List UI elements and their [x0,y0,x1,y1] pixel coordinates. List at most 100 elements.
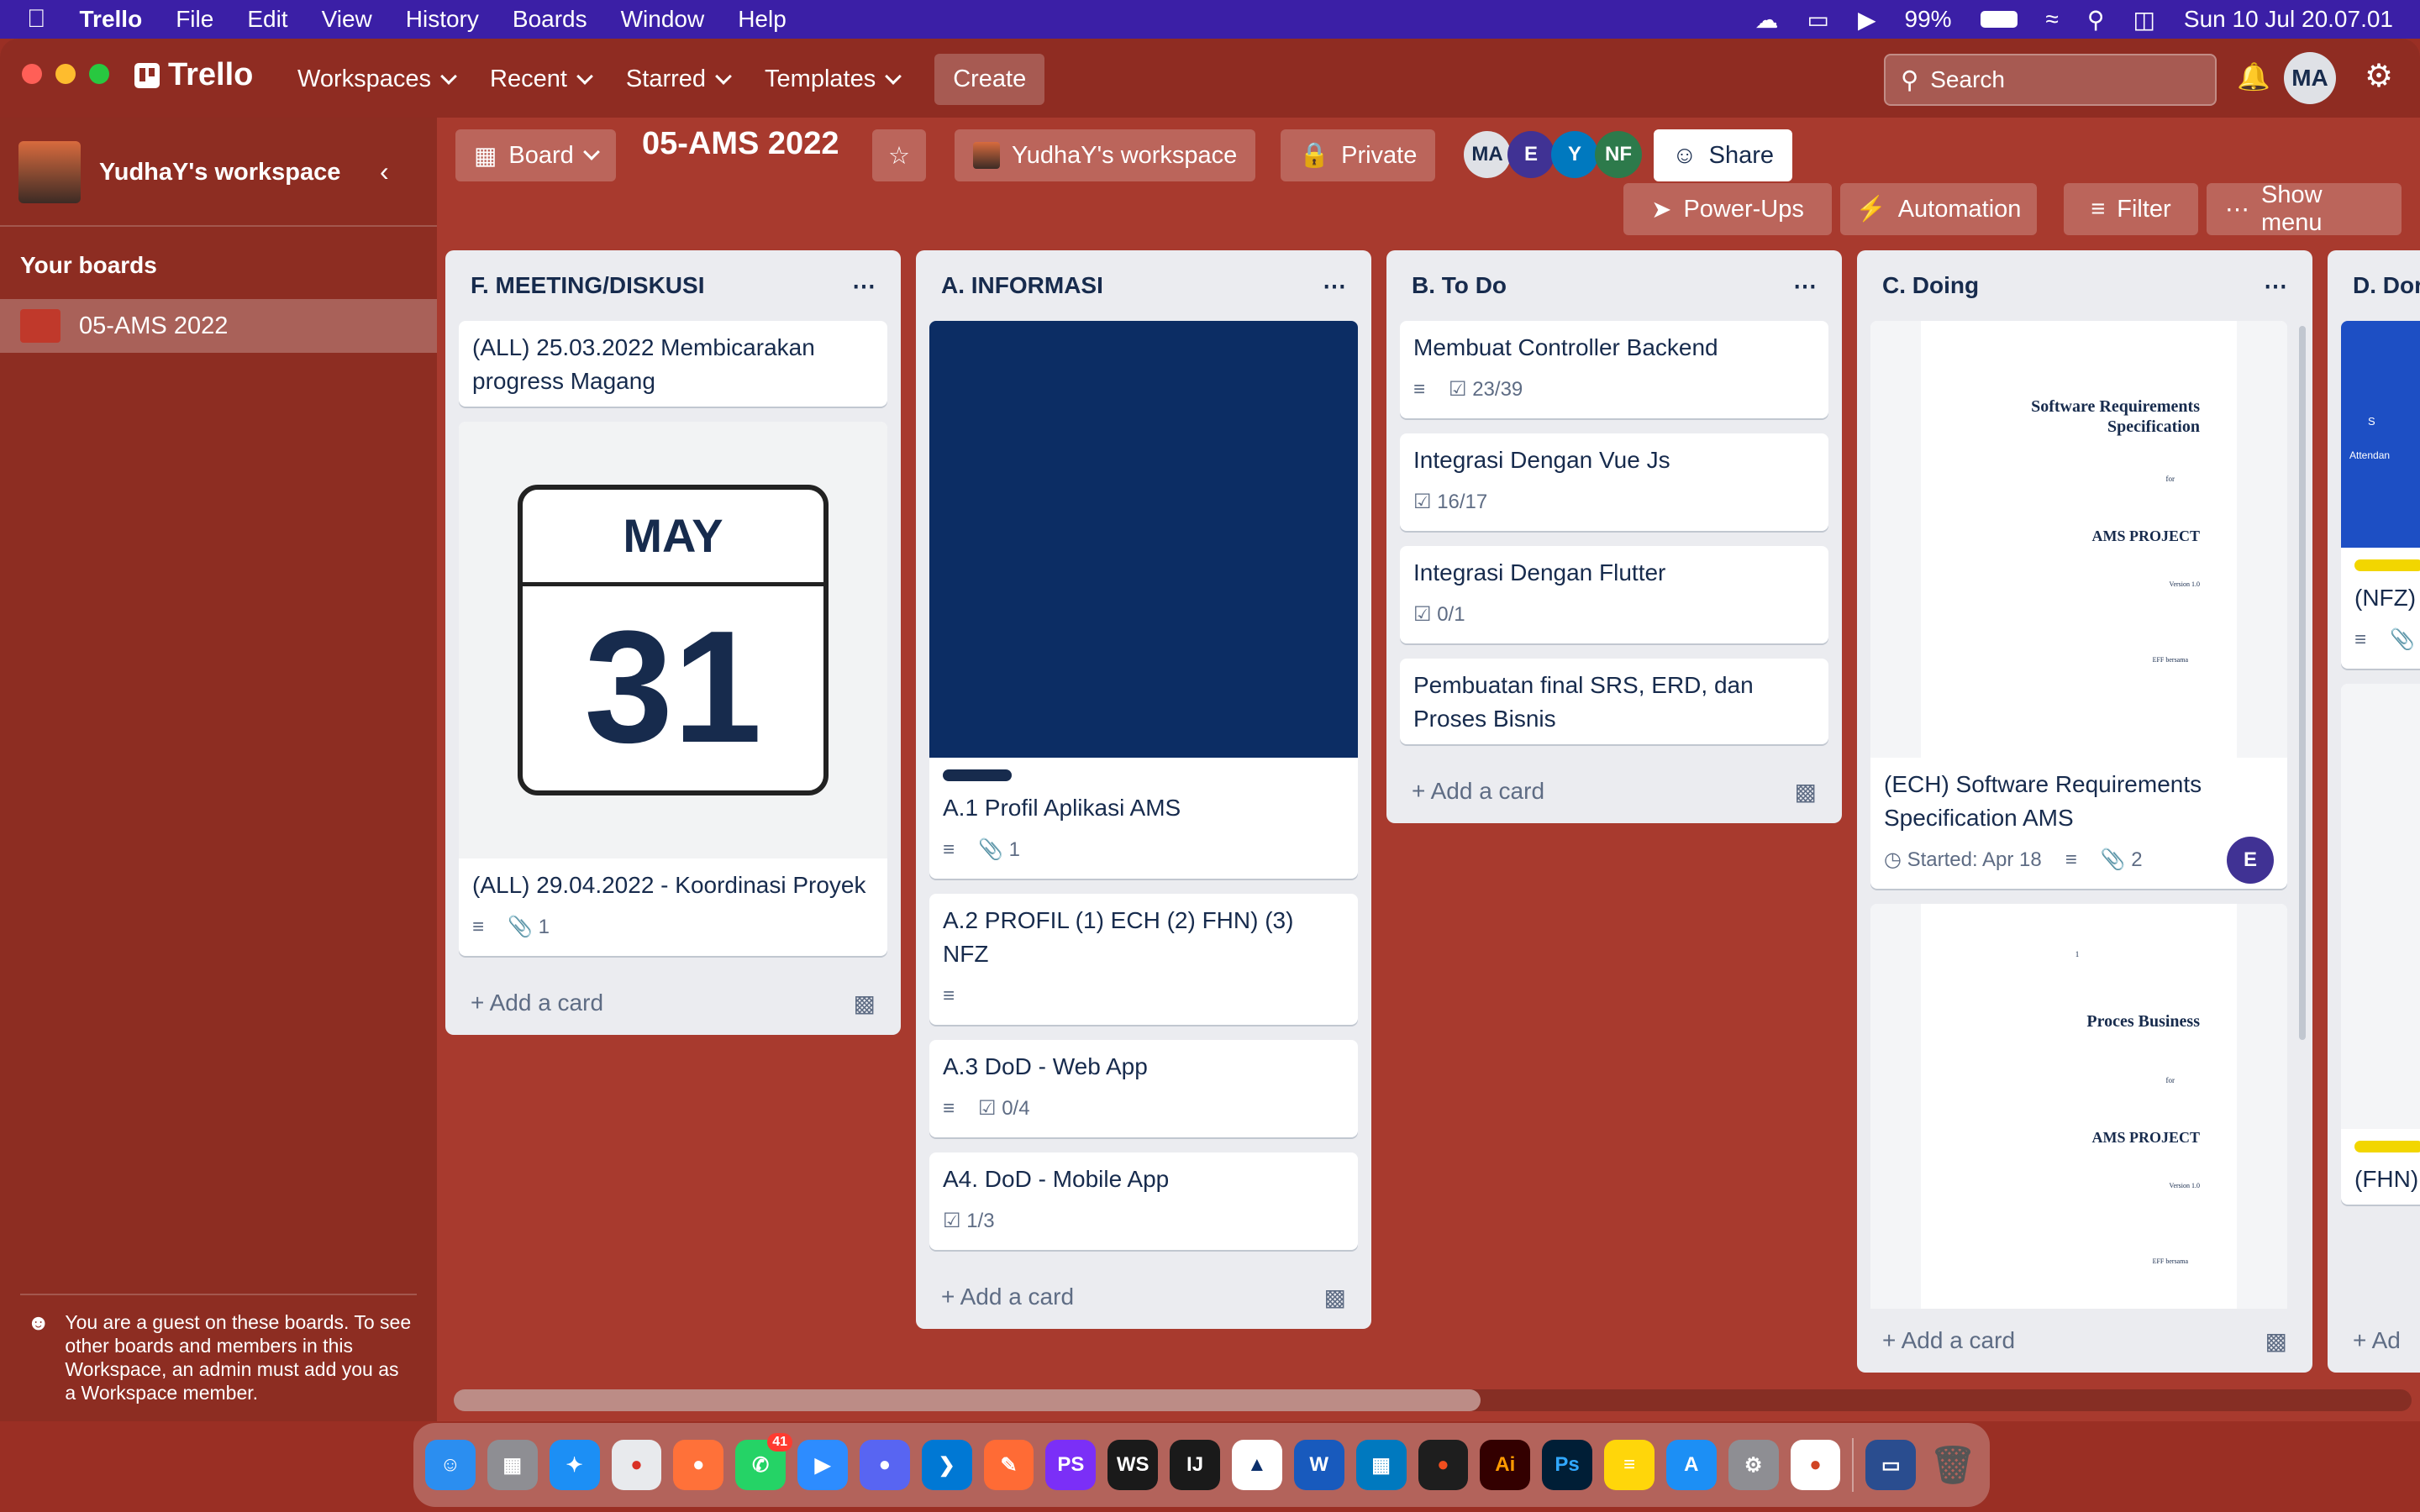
list-cards-scroll[interactable]: Software Requirements Specification for … [1870,321,2287,1309]
list-menu-icon[interactable]: ⋯ [1793,272,1817,300]
starred-menu[interactable]: Starred [626,66,732,93]
display-icon[interactable]: ▭ [1807,6,1828,34]
spotlight-icon[interactable]: ⚲ [2087,6,2105,34]
list-title[interactable]: D. Dor [2353,272,2420,299]
card[interactable]: Pembuatan final SRS, ERD, dan Proses Bis… [1400,659,1828,744]
pen-tool-icon[interactable]: ✎ [983,1440,1034,1490]
play-icon[interactable]: ▶ [1858,6,1876,34]
search-input[interactable]: ⚲ Search [1884,54,2217,106]
card-label[interactable] [2354,1141,2420,1152]
notifications-bell-icon[interactable]: 🔔 [2237,60,2270,92]
add-card-button[interactable]: + Ad [2353,1327,2401,1354]
menu-boards[interactable]: Boards [513,6,587,33]
safari-icon[interactable]: ✦ [549,1440,600,1490]
list-title[interactable]: A. INFORMASI [941,272,1103,299]
recent-window-icon[interactable]: ▭ [1865,1440,1917,1490]
vscode-icon[interactable]: ❯ [921,1440,972,1490]
member-avatar[interactable]: Y [1551,131,1598,178]
trello-logo[interactable]: Trello [134,57,253,93]
collapse-sidebar-icon[interactable]: ‹ [380,156,389,187]
member-avatar[interactable]: MA [1464,131,1511,178]
settings-gear-icon[interactable]: ⚙ [2365,57,2393,95]
list-menu-icon[interactable]: ⋯ [1323,272,1346,300]
trash-icon[interactable]: 🗑 [1928,1440,1978,1490]
recent-menu[interactable]: Recent [490,66,593,93]
card[interactable]: A.1 Profil Aplikasi AMS ≡ 📎 1 [929,321,1358,879]
card-label[interactable] [2354,559,2420,571]
card[interactable]: A4. DoD - Mobile App ☑ 1/3 [929,1152,1358,1250]
card[interactable]: MAY 31 (ALL) 29.04.2022 - Koordinasi Pro… [459,422,887,956]
list-title[interactable]: B. To Do [1412,272,1507,299]
add-card-button[interactable]: + Add a card [941,1284,1074,1310]
card[interactable]: S Attendan (NFZ) Dashb ≡ 📎 [2341,321,2420,669]
figma-icon[interactable]: ● [1418,1440,1469,1490]
board-horizontal-scrollbar[interactable] [454,1389,2412,1411]
phpstorm-icon[interactable]: PS [1045,1440,1097,1490]
list-title[interactable]: F. MEETING/DISKUSI [471,272,704,299]
menu-view[interactable]: View [322,6,372,33]
board-view-switcher[interactable]: ▦ Board [455,129,616,181]
menu-edit[interactable]: Edit [247,6,287,33]
minimize-window-button[interactable] [55,64,76,84]
menu-history[interactable]: History [406,6,479,33]
app-store-icon[interactable]: A [1665,1440,1717,1490]
workspace-button[interactable]: YudhaY's workspace [955,129,1256,181]
create-button[interactable]: Create [934,54,1045,105]
notes-app-icon[interactable]: ▲ [1231,1440,1282,1490]
illustrator-icon[interactable]: Ai [1480,1440,1531,1490]
automation-button[interactable]: ⚡ Automation [1840,183,2037,235]
scrollbar-thumb[interactable] [454,1389,1481,1411]
share-button[interactable]: ☺ Share [1654,129,1792,181]
card-label[interactable] [943,769,1012,781]
user-avatar[interactable]: MA [2284,52,2336,104]
template-icon[interactable]: ▩ [1324,1284,1346,1311]
add-card-button[interactable]: + Add a card [1412,778,1544,805]
card[interactable]: (ALL) 25.03.2022 Membicarakan progress M… [459,321,887,407]
add-card-button[interactable]: + Add a card [471,990,603,1016]
clock[interactable]: Sun 10 Jul 20.07.01 [2184,6,2393,33]
show-menu-button[interactable]: ⋯ Show menu [2207,181,2402,236]
card[interactable]: (FHN) Dashb [2341,684,2420,1205]
add-card-button[interactable]: + Add a card [1882,1327,2015,1354]
card-member-avatar[interactable]: E [2227,837,2274,884]
firefox-icon[interactable]: ● [673,1440,724,1490]
workspace-header[interactable]: YudhaY's workspace [18,141,340,203]
close-window-button[interactable] [22,64,42,84]
photoshop-icon[interactable]: Ps [1542,1440,1593,1490]
list-menu-icon[interactable]: ⋯ [852,272,876,300]
list-menu-icon[interactable]: ⋯ [2264,272,2287,300]
system-preferences-icon[interactable]: ⚙ [1728,1440,1779,1490]
visibility-button[interactable]: 🔒 Private [1281,129,1436,181]
menu-file[interactable]: File [176,6,213,33]
star-board-button[interactable]: ☆ [872,129,926,181]
chrome-icon[interactable]: ● [611,1440,662,1490]
power-ups-button[interactable]: ➤ Power-Ups [1623,183,1832,235]
zoom-window-button[interactable] [89,64,109,84]
template-icon[interactable]: ▩ [854,990,876,1017]
intellij-icon[interactable]: IJ [1170,1440,1220,1490]
menu-app-name[interactable]: Trello [80,6,143,33]
workspaces-menu[interactable]: Workspaces [297,66,457,93]
card[interactable]: Software Requirements Specification for … [1870,321,2287,889]
card[interactable]: Integrasi Dengan Vue Js ☑ 16/17 [1400,433,1828,531]
card[interactable]: Integrasi Dengan Flutter ☑ 0/1 [1400,546,1828,643]
board-title[interactable]: 05-AMS 2022 [642,126,839,162]
launchpad-icon[interactable]: ▦ [487,1440,538,1490]
menu-window[interactable]: Window [621,6,705,33]
templates-menu[interactable]: Templates [765,66,902,93]
menu-help[interactable]: Help [738,6,786,33]
sidebar-board-item[interactable]: 05-AMS 2022 [0,299,437,353]
notes-icon[interactable]: ≡ [1604,1440,1655,1490]
word-icon[interactable]: W [1293,1440,1344,1490]
apple-icon[interactable]:  [27,5,46,34]
webstorm-icon[interactable]: WS [1107,1440,1159,1490]
powerpoint-icon[interactable]: ● [1790,1440,1841,1490]
control-center-icon[interactable]: ◫ [2133,6,2154,34]
filter-button[interactable]: ≡ Filter [2064,183,2198,235]
card[interactable]: A.3 DoD - Web App ≡ ☑ 0/4 [929,1040,1358,1137]
battery-icon[interactable] [1980,11,2018,28]
trello-dock-icon[interactable]: ▦ [1355,1440,1407,1490]
template-icon[interactable]: ▩ [2265,1327,2287,1355]
member-avatar[interactable]: E [1507,131,1555,178]
card[interactable]: A.2 PROFIL (1) ECH (2) FHN) (3) NFZ ≡ [929,894,1358,1025]
